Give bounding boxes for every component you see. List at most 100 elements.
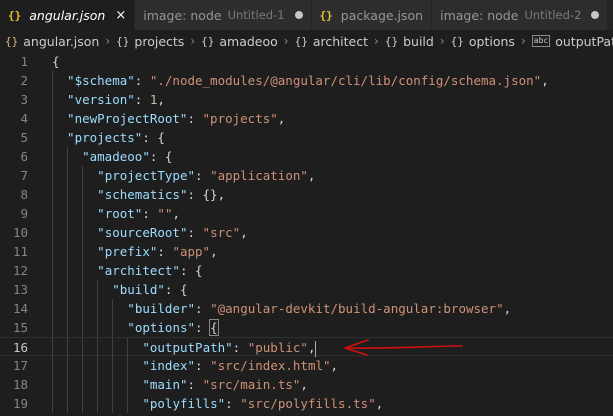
code-line[interactable]: 2 "$schema": "./node_modules/@angular/cli… [0,71,613,90]
breadcrumb-item-architect[interactable]: {} architect [295,34,368,49]
indent-guide [82,280,84,299]
code-line[interactable]: 8 "schematics": {}, [0,185,613,204]
code-line[interactable]: 11 "prefix": "app", [0,242,613,261]
indent-guide [67,261,69,280]
code-line[interactable]: 9 "root": "", [0,204,613,223]
indent-guide [82,375,84,394]
indent-guide [82,185,84,204]
code-text: "$schema": "./node_modules/@angular/cli/… [67,71,549,90]
token: "sourceRoot" [97,225,188,240]
unsaved-dot-icon[interactable] [294,11,303,19]
indent-guide [82,204,84,223]
breadcrumb-label: projects [134,33,185,49]
tab-description: Untitled-1 [227,8,285,22]
indent-guide [67,394,69,413]
indent-guide [52,71,53,90]
code-line[interactable]: 4 "newProjectRoot": "projects", [0,109,613,128]
indent-guide [97,299,99,318]
token: "index" [142,358,196,373]
tab-2[interactable]: ≡image: nodeUntitled-1 [135,0,312,30]
indent-guide [82,318,84,337]
object-icon: {} [294,34,308,48]
code-line[interactable]: 10 "sourceRoot": "src", [0,223,613,242]
close-icon[interactable]: × [115,8,126,23]
token: "builder" [127,301,196,316]
tab-bar: {}angular.json×≡image: nodeUntitled-1{}p… [0,0,613,30]
breadcrumb-item-build[interactable]: {} build [385,34,434,49]
code-text: "options": { [127,318,219,337]
code-line[interactable]: 15 "options": { [0,318,613,337]
code-line[interactable]: 1{ [0,52,613,71]
indent-guide [82,242,84,261]
token: : { [179,263,203,278]
indent-guide [52,109,53,128]
token: "src" [202,225,241,240]
tab-1[interactable]: {} angular.json × [0,0,136,30]
token: "application" [210,168,308,183]
token: : [187,225,203,240]
breadcrumb-item-options[interactable]: {} options [451,34,515,49]
token: : {}, [187,187,226,202]
line-number: 11 [12,244,28,259]
indent-guide [52,338,53,357]
indent-guide [112,394,114,413]
indent-guide [52,299,53,318]
code-line[interactable]: 13 "build": { [0,280,613,299]
indent-guide [67,204,69,223]
breadcrumb-item-amadeoo[interactable]: {} amadeoo [201,34,278,49]
token: : [195,168,211,183]
indent-guide [112,375,114,394]
line-number: 16 [12,340,28,355]
indent-guide [112,356,114,375]
code-line[interactable]: 16 "outputPath": "public", [0,337,613,357]
code-line[interactable]: 14 "builder": "@angular-devkit/build-angu… [0,299,613,318]
code-text: "build": { [112,280,187,299]
token: "prefix" [97,244,158,259]
indent-guide [97,356,99,375]
unsaved-dot-icon[interactable] [591,11,600,19]
token: : [195,358,211,373]
json-file-icon: {} [5,34,19,48]
token: "options" [127,320,196,335]
tab-4[interactable]: ≡image: nodeUntitled-2 [432,0,609,30]
line-number: 19 [12,396,28,411]
code-line[interactable]: 5 "projects": { [0,128,613,147]
indent-guide [97,280,99,299]
indent-guide [67,147,69,166]
code-line[interactable]: 7 "projectType": "application", [0,166,613,185]
tab-description: Untitled-2 [524,8,582,22]
token: "@angular-devkit/build-angular:browser" [210,301,504,316]
code-text: "sourceRoot": "src", [97,223,248,242]
code-editor[interactable]: 1{2 "$schema": "./node_modules/@angular/c… [0,52,613,416]
code-line[interactable]: 12 "architect": { [0,261,613,280]
token: "./node_modules/@angular/cli/lib/config/… [149,73,542,88]
code-line[interactable]: 17 "index": "src/index.html", [0,356,613,375]
line-number: 18 [12,377,28,392]
indent-guide [52,280,53,299]
breadcrumb-item-angular.json[interactable]: {} angular.json [5,34,99,49]
token: : [187,377,203,392]
json-file-icon: {} [8,8,22,22]
breadcrumb-item-outputPath[interactable]: abc outputPath [531,33,613,49]
code-line[interactable]: 18 "main": "src/main.ts", [0,375,613,394]
line-number: 5 [20,130,28,145]
tab-3[interactable]: {} package.json [311,0,433,30]
indent-guide [82,394,84,413]
string-icon: abc [531,35,551,47]
code-line[interactable]: 6 "amadeoo": { [0,147,613,166]
breadcrumb-label: outputPath [555,33,613,49]
indent-guide [127,375,129,394]
chevron-right-icon: › [439,34,445,48]
indent-guide [67,166,69,185]
token: : [232,340,248,355]
breadcrumb-item-projects[interactable]: {} projects [116,34,184,49]
code-line[interactable]: 19 "polyfills": "src/polyfills.ts", [0,394,613,413]
token: : [134,73,150,88]
code-line[interactable]: 3 "version": 1, [0,90,613,109]
token: "src/polyfills.ts" [240,396,376,411]
token: "main" [142,377,188,392]
indent-guide [52,185,53,204]
tab-title: image: node [143,7,222,23]
line-number: 7 [20,168,28,183]
code-text: "prefix": "app", [97,242,217,261]
